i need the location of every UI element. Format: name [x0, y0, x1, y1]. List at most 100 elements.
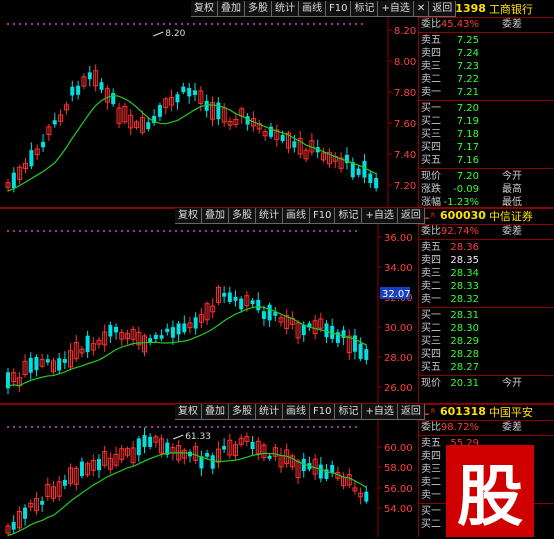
toolbar-button[interactable]: 统计 [256, 208, 283, 224]
divider [419, 100, 554, 101]
quote-panel-1: LR 601398 工商银行 委比45.43%委差卖五7.25卖四7.24卖三7… [418, 0, 554, 207]
toolbar-button[interactable]: +自选 [362, 404, 398, 420]
toolbar-button[interactable]: 画线 [283, 208, 310, 224]
marker-dot [181, 23, 183, 25]
quote-row: 委比 98.72% 委差 [419, 421, 554, 434]
marker-dot [235, 23, 237, 25]
candle-body [159, 335, 164, 339]
kline-chart-1[interactable]: 8.20 8.00 7.80 7.60 7.40 7.20 8.20 [0, 0, 418, 207]
kline-chart-3[interactable]: 60.00 58.00 56.00 54.00 61.33 [0, 403, 418, 537]
quote-row: 卖五 7.25 [419, 34, 554, 47]
marker-dot [133, 230, 135, 232]
toolbar-button[interactable]: 多股 [229, 208, 256, 224]
kline-chart-2[interactable]: 36.0034.0032.0030.0028.0026.0032.07 [0, 207, 418, 403]
marker-dot [109, 23, 111, 25]
toolbar-button[interactable]: 统计 [256, 404, 283, 420]
marker-dot [175, 23, 177, 25]
marker-dot [205, 230, 207, 232]
toolbar-button[interactable]: 标记 [335, 208, 363, 224]
marker-dot [31, 230, 33, 232]
marker-dot [121, 230, 123, 232]
marker-dot [349, 230, 351, 232]
quote-row: 买五 7.16 [419, 154, 554, 167]
candle-body [350, 162, 355, 178]
quote-label: 卖五 [421, 242, 441, 253]
marker-dot [271, 230, 273, 232]
candle-body [175, 94, 180, 103]
toolbar-button[interactable]: 复权 [175, 404, 202, 420]
candle-body [267, 304, 272, 321]
marker-dot [145, 426, 147, 428]
marker-dot [355, 426, 357, 428]
toolbar-button[interactable]: +自选 [378, 1, 414, 17]
quote-label: 涨跌 [421, 184, 441, 195]
stock-header-2[interactable]: LR 600030 中信证券 [419, 207, 554, 225]
marker-dot [325, 23, 327, 25]
toolbar-button[interactable]: F10 [326, 1, 352, 17]
close-icon[interactable]: ✕ [413, 1, 430, 17]
toolbar-button[interactable]: 标记 [351, 1, 379, 17]
toolbar-button[interactable]: 复权 [191, 1, 218, 17]
candle-body [157, 105, 162, 117]
marker-dot [187, 230, 189, 232]
quote-row: 委比 45.43% 委差 [419, 18, 554, 31]
toolbar-button[interactable]: 叠加 [218, 1, 245, 17]
marker-dot [97, 426, 99, 428]
toolbar-button[interactable]: 返回 [397, 404, 425, 420]
candle-body [301, 324, 306, 336]
toolbar-button[interactable]: 画线 [299, 1, 326, 17]
quote-label: 买四 [421, 142, 441, 153]
marker-dot [223, 23, 225, 25]
candle-body [148, 436, 153, 447]
marker-dot [181, 426, 183, 428]
toolbar-button[interactable]: 标记 [335, 404, 363, 420]
quote-row: 卖二 28.33 [419, 280, 554, 293]
marker-dot [277, 426, 279, 428]
quote-value: 28.27 [450, 362, 479, 373]
stock-header-3[interactable]: LR 601318 中国平安 [419, 403, 554, 421]
toolbar-button[interactable]: 多股 [229, 404, 256, 420]
quote-label: 卖三 [421, 61, 441, 72]
marker-dot [139, 426, 141, 428]
quote-label: 买二 [421, 323, 441, 334]
stock-panel-1: 8.20 8.00 7.80 7.60 7.40 7.20 8.20 复权 叠加 多股 统计 画线 F… [0, 0, 554, 209]
high-pointer [173, 434, 184, 440]
toolbar-button[interactable]: +自选 [362, 208, 398, 224]
axis-tick-label: 30.00 [384, 323, 413, 334]
marker-dot [319, 230, 321, 232]
candle-body [114, 326, 119, 333]
candle-body [57, 358, 62, 371]
marker-dot [43, 230, 45, 232]
toolbar-button[interactable]: 复权 [175, 208, 202, 224]
marker-dot [97, 23, 99, 25]
chart-toolbar-2: 复权 叠加 多股 统计 画线 F10 标记 +自选 返回 [175, 208, 425, 224]
toolbar-button[interactable]: 画线 [283, 404, 310, 420]
marker-dot [163, 230, 165, 232]
quote-label: 买一 [421, 310, 441, 321]
quote-row: 卖二 7.22 [419, 73, 554, 86]
marker-dot [55, 230, 57, 232]
marker-dot [79, 230, 81, 232]
toolbar-button[interactable]: 统计 [272, 1, 299, 17]
candle-body [239, 298, 244, 310]
quote-label: 买五 [421, 155, 441, 166]
quote-label-2: 委差 [502, 422, 522, 433]
toolbar-button[interactable]: 多股 [245, 1, 272, 17]
marker-dot [151, 426, 153, 428]
toolbar-button[interactable]: F10 [310, 208, 336, 224]
marker-dot [295, 23, 297, 25]
candle-body [136, 438, 141, 456]
toolbar-button[interactable]: F10 [310, 404, 336, 420]
marker-dot [289, 230, 291, 232]
toolbar-button[interactable]: 返回 [429, 1, 457, 17]
marker-dot [349, 426, 351, 428]
quote-label: 买一 [421, 506, 441, 517]
marker-dot [37, 23, 39, 25]
toolbar-button[interactable]: 叠加 [202, 404, 229, 420]
toolbar-button[interactable]: 返回 [397, 208, 425, 224]
quote-label-2: 今开 [502, 171, 522, 182]
marker-dot [19, 23, 21, 25]
toolbar-button[interactable]: 叠加 [202, 208, 229, 224]
quote-value: 28.33 [450, 281, 479, 292]
quote-value: 7.22 [456, 74, 479, 85]
